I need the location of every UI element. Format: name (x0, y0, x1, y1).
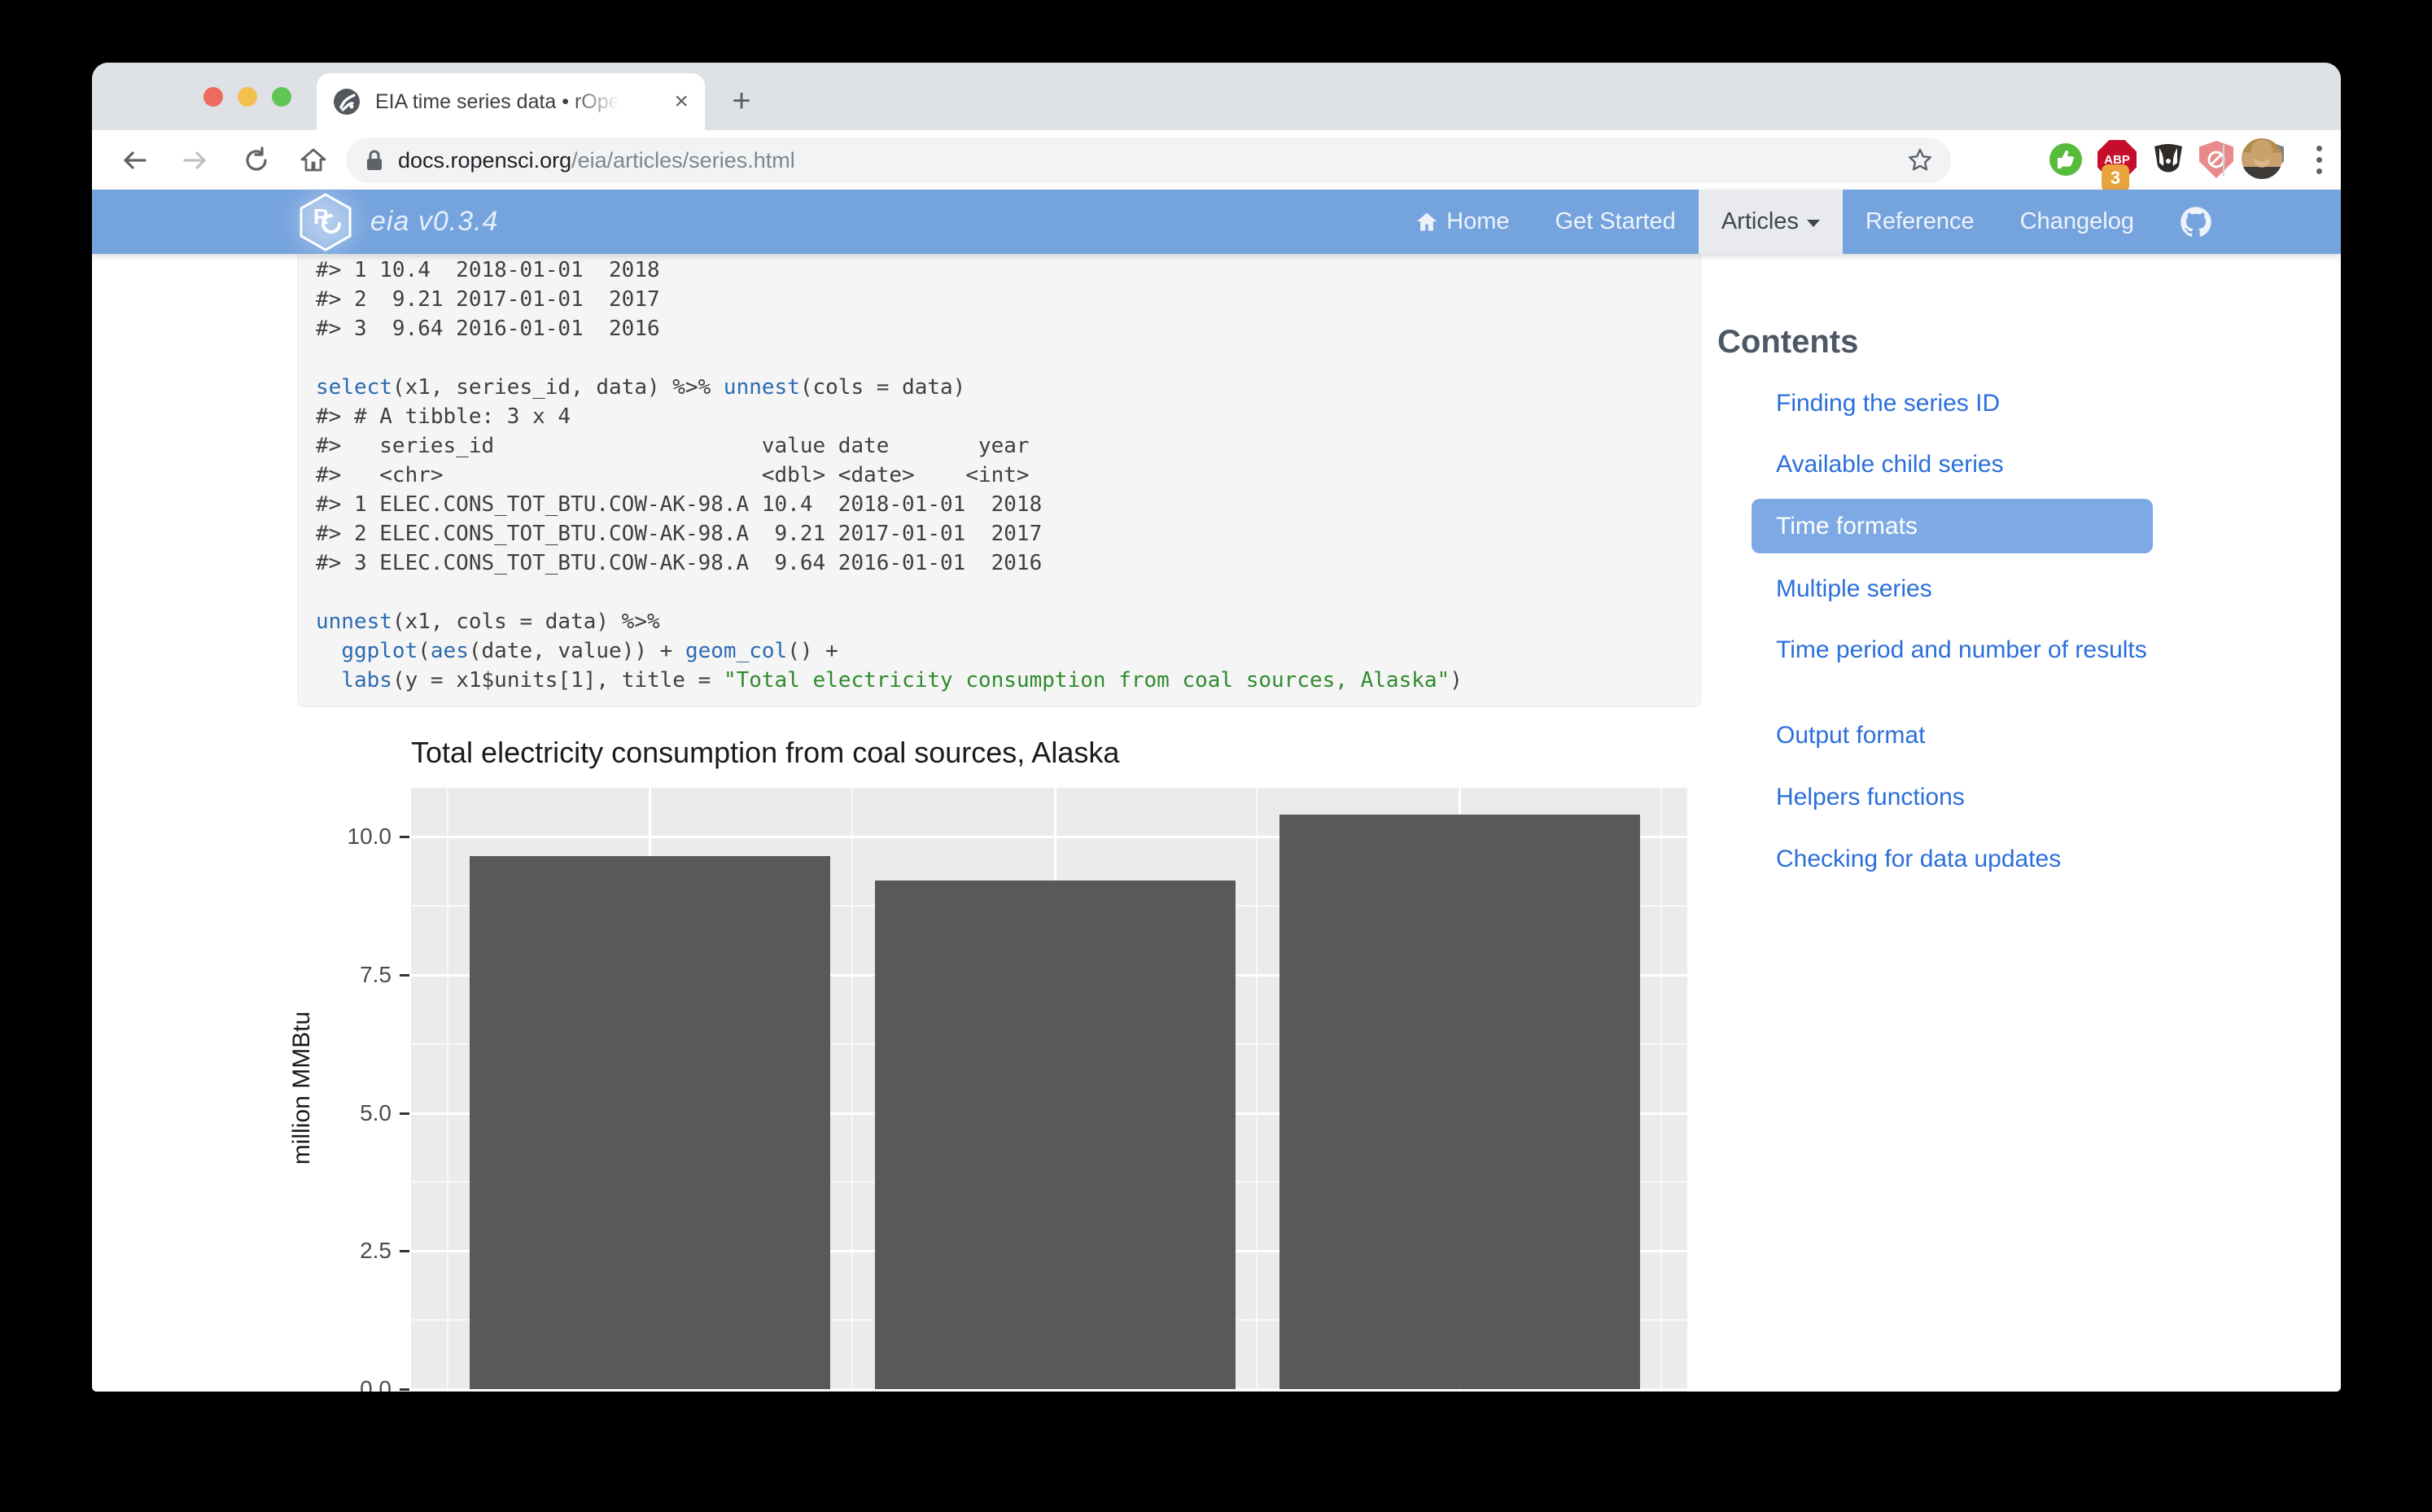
blocker-shield-extension-icon[interactable] (2197, 140, 2236, 179)
profile-avatar[interactable] (2242, 138, 2282, 179)
toc-item-finding-the-series-id[interactable]: Finding the series ID (1776, 391, 2215, 416)
minimize-window-button[interactable] (238, 87, 257, 107)
chart-panel (411, 788, 1687, 1392)
toc-item-time-period-and-number-of-results[interactable]: Time period and number of results (1776, 637, 2215, 662)
address-bar[interactable]: docs.ropensci.org/eia/articles/series.ht… (346, 138, 1951, 183)
nav-item-articles-label: Articles (1721, 208, 1799, 235)
code-line: #> 3 ELEC.CONS_TOT_BTU.COW-AK-98.A 9.64 … (316, 548, 1677, 578)
toc-item-multiple-series[interactable]: Multiple series (1776, 576, 2215, 601)
code-line: #> series_id value date year (316, 431, 1677, 461)
gridline-minor-x (851, 788, 853, 1392)
y-tick-mark (400, 1388, 409, 1391)
code-line: #> <chr> <dbl> <date> <int> (316, 461, 1677, 490)
forward-button (175, 140, 216, 181)
y-tick-label: 7.5 (335, 962, 391, 988)
privacy-badger-extension-icon[interactable] (2149, 140, 2188, 179)
privacy-badger-count-badge: 3 (2102, 164, 2129, 192)
toc-item-checking-for-data-updates[interactable]: Checking for data updates (1776, 846, 2215, 872)
site-brand[interactable]: R eia v0.3.4 (295, 190, 498, 254)
url-host: docs.ropensci.org (398, 148, 571, 173)
close-window-button[interactable] (203, 87, 223, 107)
code-line: labs(y = x1$units[1], title = "Total ele… (316, 666, 1677, 695)
site-navbar: R eia v0.3.4 Home Get Started Articles R… (92, 190, 2341, 254)
code-line: #> 2 9.21 2017-01-01 2017 (316, 285, 1677, 314)
chart-title: Total electricity consumption from coal … (411, 736, 1119, 770)
toc-item-output-format[interactable]: Output format (1776, 723, 2215, 748)
y-tick-mark (400, 836, 409, 838)
nav-item-get-started[interactable]: Get Started (1533, 190, 1699, 254)
home-button[interactable] (293, 140, 334, 181)
bar-2017-01-01 (875, 881, 1236, 1389)
back-button[interactable] (114, 140, 155, 181)
toc-item-helpers-functions[interactable]: Helpers functions (1776, 784, 2215, 810)
code-block: #> 1 10.4 2018-01-01 2018#> 2 9.21 2017-… (297, 254, 1701, 707)
url-path: /eia/articles/series.html (571, 148, 795, 173)
code-line: #> # A tibble: 3 x 4 (316, 402, 1677, 431)
browser-window: EIA time series data • rOpenSci: × + doc… (92, 63, 2341, 1392)
toolbar-divider (2223, 145, 2224, 176)
zoom-window-button[interactable] (272, 87, 291, 107)
nav-item-home-label: Home (1446, 208, 1509, 235)
browser-toolbar: docs.ropensci.org/eia/articles/series.ht… (92, 130, 2341, 190)
lock-icon (364, 148, 385, 173)
chart-y-axis-label: million MMBtu (288, 1012, 316, 1165)
code-line (316, 343, 1677, 373)
new-tab-button[interactable]: + (723, 83, 760, 120)
gridline-minor-x (1660, 788, 1662, 1392)
ropensci-logo: R (295, 190, 356, 254)
ropensci-favicon (333, 88, 361, 116)
y-tick-label: 10.0 (335, 824, 391, 850)
gridline-minor-x (447, 788, 448, 1392)
code-line: #> 2 ELEC.CONS_TOT_BTU.COW-AK-98.A 9.21 … (316, 519, 1677, 548)
nav-item-changelog[interactable]: Changelog (1997, 190, 2157, 254)
code-line: unnest(x1, cols = data) %>% (316, 607, 1677, 636)
site-title: eia v0.3.4 (370, 206, 498, 238)
gridline-minor-x (1256, 788, 1258, 1392)
page-content: #> 1 10.4 2018-01-01 2018#> 2 9.21 2017-… (92, 254, 2341, 1392)
bar-2016-01-01 (470, 856, 830, 1389)
toc-item-available-child-series[interactable]: Available child series (1776, 452, 2215, 477)
code-line: #> 1 10.4 2018-01-01 2018 (316, 256, 1677, 285)
browser-tab[interactable]: EIA time series data • rOpenSci: × (317, 73, 705, 130)
y-tick-mark (400, 974, 409, 977)
bar-2018-01-01 (1279, 815, 1640, 1389)
y-tick-label: 5.0 (335, 1100, 391, 1126)
toc-item-time-formats[interactable]: Time formats (1752, 499, 2153, 553)
code-line: #> 3 9.64 2016-01-01 2016 (316, 314, 1677, 343)
y-tick-mark (400, 1250, 409, 1252)
tab-close-icon[interactable]: × (674, 90, 689, 114)
code-line (316, 578, 1677, 607)
github-icon (2180, 206, 2212, 238)
thumbs-up-extension-icon[interactable] (2046, 140, 2085, 179)
nav-item-reference[interactable]: Reference (1843, 190, 1997, 254)
y-tick-label: 2.5 (335, 1238, 391, 1264)
toc-heading: Contents (1717, 324, 1858, 361)
nav-item-articles[interactable]: Articles (1699, 190, 1843, 254)
y-tick-label: 0.0 (335, 1376, 391, 1392)
nav-item-home[interactable]: Home (1393, 190, 1532, 254)
reload-button[interactable] (236, 140, 277, 181)
home-icon (1415, 211, 1438, 234)
tab-strip: EIA time series data • rOpenSci: × + (92, 63, 2341, 130)
nav-item-github[interactable] (2157, 190, 2235, 254)
code-line: #> 1 ELEC.CONS_TOT_BTU.COW-AK-98.A 10.4 … (316, 490, 1677, 519)
bookmark-star-icon[interactable] (1907, 147, 1933, 173)
y-tick-mark (400, 1112, 409, 1115)
nav-item-reference-label: Reference (1866, 208, 1975, 235)
tab-title: EIA time series data • rOpenSci: (375, 90, 619, 114)
code-line: ggplot(aes(date, value)) + geom_col() + (316, 636, 1677, 666)
browser-menu-button[interactable] (2299, 140, 2338, 179)
navbar-menu: Home Get Started Articles Reference Chan… (1393, 190, 2235, 254)
code-line: select(x1, series_id, data) %>% unnest(c… (316, 373, 1677, 402)
chevron-down-icon (1807, 220, 1820, 227)
nav-item-changelog-label: Changelog (2020, 208, 2134, 235)
nav-item-get-started-label: Get Started (1555, 208, 1676, 235)
